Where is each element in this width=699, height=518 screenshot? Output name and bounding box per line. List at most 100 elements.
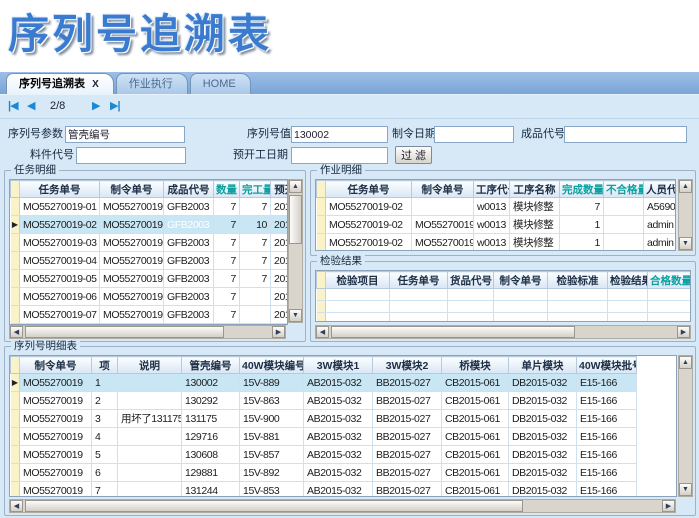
prev-page-icon[interactable]: ◀ (27, 99, 34, 112)
scrollbar-track[interactable] (23, 500, 662, 512)
cell[interactable]: GFB2003 (164, 270, 214, 288)
cell[interactable]: GFB2003 (164, 216, 214, 234)
vertical-scrollbar[interactable]: ▲ ▼ (678, 355, 693, 497)
table-row[interactable]: MO55270019-04MO55270019GFB2003772015-05 (11, 252, 289, 270)
column-header[interactable]: 合格数量 (648, 272, 692, 289)
prestart-date-input[interactable] (291, 147, 388, 164)
column-header[interactable]: 说明 (118, 357, 182, 374)
cell[interactable] (390, 313, 448, 323)
cell[interactable]: BB2015-027 (373, 482, 442, 498)
cell[interactable]: 131244 (182, 482, 240, 498)
cell[interactable] (608, 313, 648, 323)
cell[interactable] (648, 289, 692, 301)
serial-param-input[interactable] (65, 126, 185, 143)
cell[interactable]: 15V-892 (240, 464, 304, 482)
cell[interactable]: AB2015-032 (304, 374, 373, 392)
column-header[interactable]: 管壳编号 (182, 357, 240, 374)
scroll-left-icon[interactable]: ◀ (10, 326, 23, 338)
cell[interactable]: 2015-05 (271, 252, 289, 270)
column-header[interactable]: 检验结果 (608, 272, 648, 289)
cell[interactable] (494, 289, 548, 301)
cell[interactable] (548, 301, 608, 313)
cell[interactable]: DB2015-032 (509, 410, 577, 428)
column-header[interactable]: 3W模块1 (304, 357, 373, 374)
column-header[interactable]: 工序代号 (474, 181, 510, 198)
tab-serial-trace[interactable]: 序列号追溯表 X (6, 73, 114, 94)
cell[interactable]: GFB2003 (164, 198, 214, 216)
cell[interactable]: 1 (92, 374, 118, 392)
cell[interactable]: MO55270019 (100, 216, 164, 234)
cell[interactable] (648, 313, 692, 323)
column-header[interactable]: 工序名称 (510, 181, 560, 198)
scroll-down-icon[interactable]: ▼ (679, 483, 692, 496)
cell[interactable]: BB2015-027 (373, 446, 442, 464)
cell[interactable]: 130002 (182, 374, 240, 392)
column-header[interactable]: 3W模块2 (373, 357, 442, 374)
cell[interactable]: 7 (240, 198, 271, 216)
scroll-right-icon[interactable]: ▶ (677, 326, 690, 338)
cell[interactable]: MO55270019 (20, 446, 92, 464)
cell[interactable] (412, 198, 474, 216)
cell[interactable]: MO55270019 (100, 288, 164, 306)
cell[interactable]: MO55270019 (20, 482, 92, 498)
cell[interactable]: 15V-853 (240, 482, 304, 498)
cell[interactable]: admin (644, 216, 677, 234)
cell[interactable]: MO55270019 (20, 392, 92, 410)
cell[interactable]: 7 (214, 288, 240, 306)
column-header[interactable]: 人员代号 (644, 181, 677, 198)
column-header[interactable]: 完工量 (240, 181, 271, 198)
cell[interactable]: 10 (240, 216, 271, 234)
cell[interactable]: admin (644, 234, 677, 252)
cell[interactable]: CB2015-061 (442, 392, 509, 410)
cell[interactable]: 7 (214, 270, 240, 288)
column-header[interactable]: 检验项目 (326, 272, 390, 289)
cell[interactable]: 7 (214, 252, 240, 270)
vertical-scrollbar[interactable]: ▲ ▼ (288, 179, 303, 323)
cell[interactable]: 6 (92, 464, 118, 482)
cell[interactable]: 1 (560, 216, 604, 234)
cell[interactable]: MO55270019 (412, 234, 474, 252)
cell[interactable] (118, 374, 182, 392)
scroll-up-icon[interactable]: ▲ (289, 180, 302, 193)
cell[interactable]: AB2015-032 (304, 464, 373, 482)
cell[interactable]: 7 (214, 306, 240, 324)
table-row[interactable]: MO55270019412971615V-881AB2015-032BB2015… (11, 428, 637, 446)
cell[interactable]: GFB2003 (164, 306, 214, 324)
cell[interactable]: 模块修整 (510, 216, 560, 234)
table-row[interactable]: MO55270019-05MO55270019GFB2003772015-05 (11, 270, 289, 288)
cell[interactable]: CB2015-061 (442, 446, 509, 464)
serial-value-input[interactable] (291, 126, 388, 143)
cell[interactable]: 130608 (182, 446, 240, 464)
column-header[interactable]: 制令单号 (412, 181, 474, 198)
cell[interactable] (548, 313, 608, 323)
cell[interactable]: 7 (240, 270, 271, 288)
table-row[interactable]: MO55270019-02w0013模块修整7A5690V12 (317, 198, 677, 216)
order-date-input[interactable] (434, 126, 514, 143)
column-header[interactable]: 任务单号 (20, 181, 100, 198)
cell[interactable]: MO55270019-06 (20, 288, 100, 306)
cell[interactable] (390, 301, 448, 313)
cell[interactable]: w0013 (474, 234, 510, 252)
cell[interactable]: CB2015-061 (442, 428, 509, 446)
cell[interactable]: 131175 (182, 410, 240, 428)
cell[interactable] (604, 198, 644, 216)
cell[interactable]: GFB2003 (164, 288, 214, 306)
cell[interactable]: BB2015-027 (373, 392, 442, 410)
cell[interactable]: CB2015-061 (442, 374, 509, 392)
column-header[interactable]: 检验标准 (548, 272, 608, 289)
cell[interactable]: AB2015-032 (304, 482, 373, 498)
cell[interactable]: DB2015-032 (509, 374, 577, 392)
column-header[interactable]: 桥模块 (442, 357, 509, 374)
cell[interactable]: AB2015-032 (304, 446, 373, 464)
cell[interactable]: MO55270019 (20, 428, 92, 446)
cell[interactable]: 4 (92, 428, 118, 446)
cell[interactable]: E15-166 (577, 446, 637, 464)
column-header[interactable]: 不合格量 (604, 181, 644, 198)
cell[interactable]: MO55270019-04 (20, 252, 100, 270)
scrollbar-track[interactable] (679, 193, 692, 237)
cell[interactable]: GFB2003 (164, 252, 214, 270)
scroll-right-icon[interactable]: ▶ (662, 500, 675, 512)
cell[interactable] (494, 301, 548, 313)
cell[interactable]: E15-166 (577, 410, 637, 428)
horizontal-scrollbar[interactable]: ◀ ▶ (9, 499, 676, 513)
